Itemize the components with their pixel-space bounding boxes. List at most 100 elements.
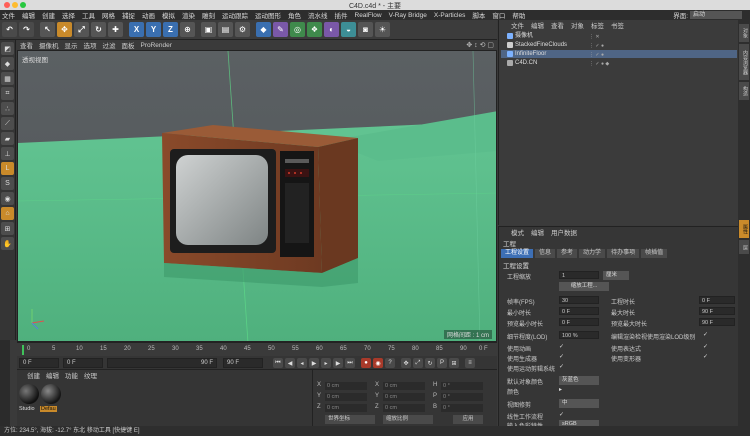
tab-layers[interactable]: 层 <box>739 240 749 254</box>
render-picture-viewer-icon[interactable]: ▤ <box>218 22 233 37</box>
lock-workplane-icon[interactable]: ⌂ <box>1 207 14 220</box>
coordinate-system-icon[interactable]: ⊕ <box>180 22 195 37</box>
axis-mode-icon[interactable]: ⊥ <box>1 147 14 160</box>
menu-vray-bridge[interactable]: V-Ray Bridge <box>389 12 427 19</box>
z-axis-lock-icon[interactable]: Z <box>163 22 178 37</box>
light-icon[interactable]: ☀ <box>375 22 390 37</box>
object-menu-tags[interactable]: 标签 <box>591 20 604 30</box>
menu-create[interactable]: 创建 <box>42 10 55 20</box>
recent-tools-icon[interactable]: ✚ <box>108 22 123 37</box>
preview-min-field[interactable]: 0 F <box>559 318 599 326</box>
tv-model[interactable] <box>162 125 358 287</box>
coord-mode-dropdown[interactable]: 世界坐标 <box>325 415 375 424</box>
points-mode-icon[interactable]: ∴ <box>1 102 14 115</box>
y-axis-lock-icon[interactable]: Y <box>146 22 161 37</box>
viewport-menu-options[interactable]: 选项 <box>84 40 97 50</box>
menu-script[interactable]: 脚本 <box>472 10 485 20</box>
use-expressions-checkbox[interactable]: ✓ <box>703 343 708 350</box>
grid-icon[interactable]: ⊞ <box>1 222 14 235</box>
tab-info[interactable]: 信息 <box>535 249 556 258</box>
render-settings-icon[interactable]: ⚙ <box>235 22 250 37</box>
tweak-mode-icon[interactable]: L <box>1 162 14 175</box>
use-deformers-checkbox[interactable]: ✓ <box>703 353 708 360</box>
keyframe-selection-icon[interactable]: ? <box>385 358 395 368</box>
end-frame-field[interactable]: 90 F <box>223 358 263 368</box>
prev-frame-icon[interactable]: ◂ <box>297 358 307 368</box>
color-expand-icon[interactable]: ▸ <box>559 386 562 393</box>
tab-structure[interactable]: 构造 <box>739 82 749 100</box>
go-to-start-icon[interactable]: ⏮ <box>273 358 283 368</box>
material-swatch-studio[interactable] <box>19 384 39 404</box>
sculpt-icon[interactable]: ✋ <box>1 237 14 250</box>
playhead[interactable] <box>22 345 24 355</box>
make-editable-icon[interactable]: ◩ <box>1 42 14 55</box>
menu-realflow[interactable]: RealFlow <box>355 12 382 19</box>
viewport-menu-filter[interactable]: 过滤 <box>103 40 116 50</box>
move-tool-icon[interactable]: ✥ <box>57 22 72 37</box>
coord-size-y-field[interactable]: 0 cm <box>383 393 425 401</box>
material-swatch-default[interactable] <box>41 384 61 404</box>
key-parameter-icon[interactable]: P <box>437 358 447 368</box>
menu-animate[interactable]: 动画 <box>142 10 155 20</box>
key-pla-icon[interactable]: ⊞ <box>449 358 459 368</box>
lod-field[interactable]: 100 % <box>559 331 599 339</box>
menu-help[interactable]: 帮助 <box>512 10 525 20</box>
coord-size-z-field[interactable]: 0 cm <box>383 404 425 412</box>
scale-project-button[interactable]: 缩放工程... <box>559 282 609 291</box>
tab-content-browser[interactable]: 内容浏览器 <box>739 44 749 80</box>
max-time-field[interactable]: 90 F <box>699 307 735 315</box>
preview-max-field[interactable]: 90 F <box>699 318 735 326</box>
render-lod-checkbox[interactable]: ✓ <box>703 331 708 338</box>
object-menu-file[interactable]: 文件 <box>511 20 524 30</box>
object-row-infinite-floor[interactable]: InfiniteFloor ⋮ ✓ ● <box>501 50 737 58</box>
tab-reference[interactable]: 参考 <box>557 249 578 258</box>
menu-tools[interactable]: 工具 <box>82 10 95 20</box>
coord-pos-z-field[interactable]: 0 cm <box>325 404 367 412</box>
menu-character[interactable]: 角色 <box>288 10 301 20</box>
redo-icon[interactable]: ↷ <box>19 22 34 37</box>
timeline-menu-icon[interactable]: ≡ <box>465 358 475 368</box>
tab-todo[interactable]: 待办事项 <box>607 249 640 258</box>
coord-pos-x-field[interactable]: 0 cm <box>325 382 367 390</box>
use-generators-checkbox[interactable]: ✓ <box>559 353 564 360</box>
attr-menu-edit[interactable]: 编辑 <box>531 227 544 237</box>
solo-icon[interactable]: ◉ <box>1 192 14 205</box>
size-mode-dropdown[interactable]: 缩放比例 <box>383 415 433 424</box>
key-rotation-icon[interactable]: ↻ <box>425 358 435 368</box>
cloner-icon[interactable]: ❖ <box>307 22 322 37</box>
viewport-menu-panel[interactable]: 面板 <box>122 40 135 50</box>
polygons-mode-icon[interactable]: ▰ <box>1 132 14 145</box>
menu-select[interactable]: 选择 <box>62 10 75 20</box>
undo-icon[interactable]: ↶ <box>2 22 17 37</box>
deformer-icon[interactable]: ◐ <box>324 22 339 37</box>
object-menu-object[interactable]: 对象 <box>571 20 584 30</box>
viewport-menu-prorender[interactable]: ProRender <box>141 42 172 49</box>
linear-workflow-checkbox[interactable]: ✓ <box>559 411 564 418</box>
object-row-clouds[interactable]: StackedFineClouds ⋮ ✓ ● <box>501 41 737 49</box>
viewport-menu-display[interactable]: 显示 <box>65 40 78 50</box>
viewport-navigation-icons[interactable]: ✥ ↕ ⟲ ▢ <box>466 41 494 49</box>
menu-simulate[interactable]: 模拟 <box>162 10 175 20</box>
snap-icon[interactable]: S <box>1 177 14 190</box>
object-menu-edit[interactable]: 编辑 <box>531 20 544 30</box>
current-frame-field[interactable]: 0 F <box>19 358 59 368</box>
prev-key-icon[interactable]: ◀ <box>285 358 295 368</box>
next-frame-icon[interactable]: ▸ <box>321 358 331 368</box>
menu-file[interactable]: 文件 <box>2 10 15 20</box>
tab-attributes[interactable]: 属性 <box>739 220 749 238</box>
rotate-tool-icon[interactable]: ↻ <box>91 22 106 37</box>
scale-tool-icon[interactable]: ⤢ <box>74 22 89 37</box>
coord-pos-y-field[interactable]: 0 cm <box>325 393 367 401</box>
workplane-icon[interactable]: ⌗ <box>1 87 14 100</box>
texture-mode-icon[interactable]: ▦ <box>1 72 14 85</box>
go-to-end-icon[interactable]: ⏭ <box>345 358 355 368</box>
object-row-c4d-cn[interactable]: C4D.CN ⋮ ✓ ● ◆ <box>501 59 737 67</box>
pen-spline-icon[interactable]: ✎ <box>273 22 288 37</box>
project-scale-field[interactable]: 1 <box>559 271 599 279</box>
layout-dropdown[interactable]: 启动 <box>690 11 742 19</box>
tab-project-settings[interactable]: 工程设置 <box>501 249 534 258</box>
project-scale-unit-dropdown[interactable]: 厘米 <box>603 271 629 280</box>
render-view-icon[interactable]: ▣ <box>201 22 216 37</box>
autokey-icon[interactable]: ◉ <box>373 358 383 368</box>
visibility-dots-icon[interactable]: ⋮ ✓ ● ◆ <box>589 60 609 68</box>
